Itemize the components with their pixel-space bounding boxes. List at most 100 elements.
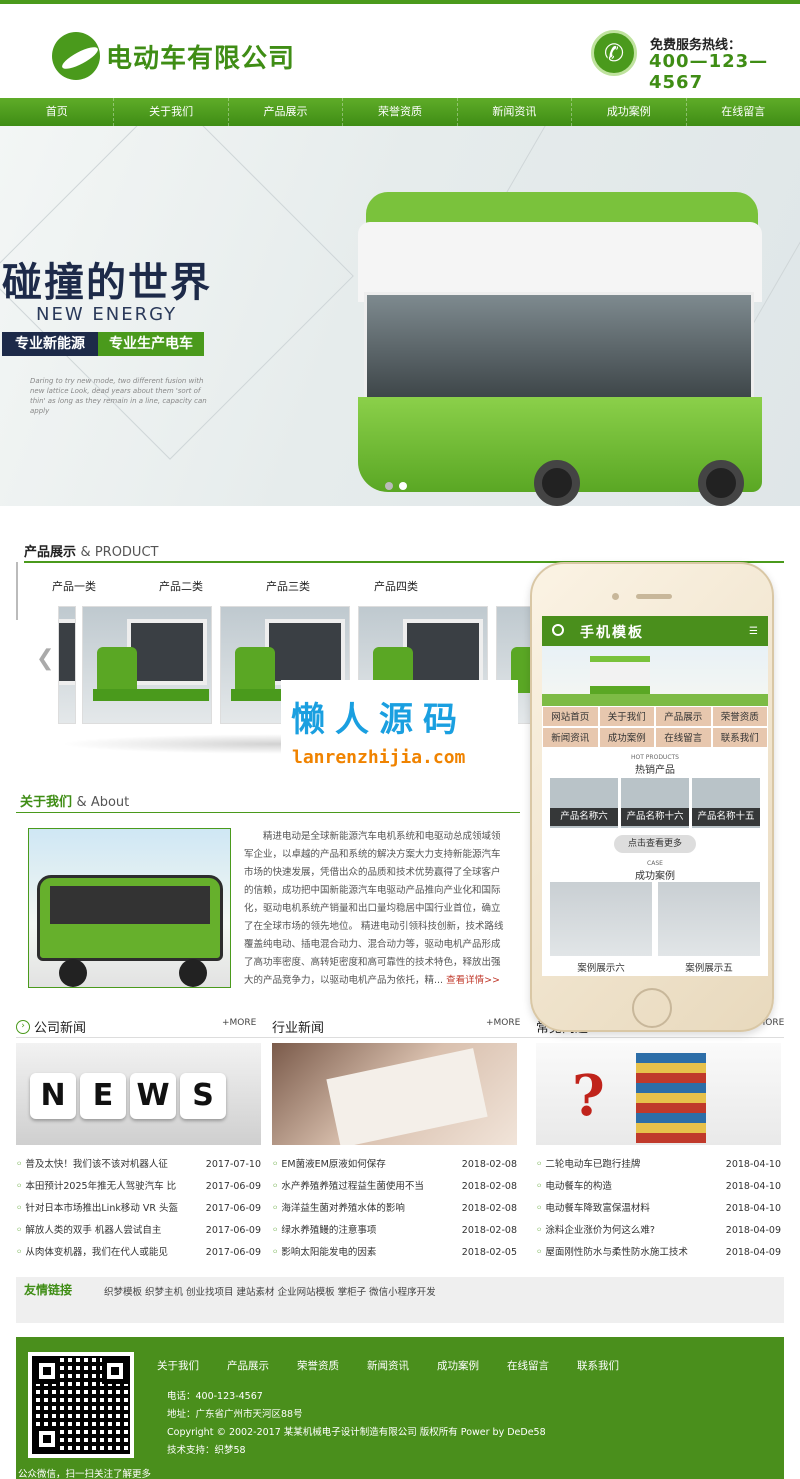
mobile-banner	[542, 646, 768, 706]
company-news-list: 普及太快！我们该不该对机器人征2017-07-10 本田预计2025年推无人驾驶…	[16, 1154, 261, 1264]
nav-about[interactable]: 关于我们	[114, 98, 229, 126]
mobile-search-icon[interactable]	[552, 624, 564, 636]
mobile-header: 手机模板 ☰	[542, 616, 768, 646]
company-news-more[interactable]: +MORE	[222, 1018, 256, 1028]
question-mark-icon: ?	[572, 1063, 605, 1129]
products-section-title: 产品展示 & PRODUCT	[24, 545, 159, 560]
about-text: 精进电动是全球新能源汽车电机系统和电驱动总成领域领军企业，以卓越的产品和系统的解…	[244, 828, 504, 990]
logo-leaf-icon	[52, 32, 100, 80]
about-more-link[interactable]: 查看详情>>	[446, 975, 500, 986]
friend-links-title: 友情链接	[24, 1283, 73, 1297]
mobile-product-caption[interactable]: 产品名称十五	[692, 808, 760, 826]
banner-subtitle: NEW ENERGY	[36, 304, 178, 325]
mobile-product-caption[interactable]: 产品名称六	[550, 808, 618, 826]
banner-small-text: Daring to try new mode, two different fu…	[30, 377, 207, 415]
list-item[interactable]: 涂料企业涨价为何这么难?2018-04-09	[536, 1220, 781, 1242]
mobile-case-caption[interactable]: 案例展示五	[658, 960, 760, 974]
mobile-case-caption[interactable]: 案例展示六	[550, 960, 652, 974]
nav-cases[interactable]: 成功案例	[572, 98, 687, 126]
footer-info: 电话：400-123-4567 地址：广东省广州市天河区88号 Copyrigh…	[167, 1388, 546, 1460]
mobile-product-caption[interactable]: 产品名称十六	[621, 808, 689, 826]
mobile-nav-item[interactable]: 关于我们	[598, 706, 655, 727]
footer-phone: 电话：400-123-4567	[167, 1391, 263, 1402]
mobile-nav-item[interactable]: 网站首页	[542, 706, 599, 727]
banner-title: 碰撞的世界	[2, 260, 212, 306]
company-news-title: › 公司新闻	[16, 1017, 86, 1036]
footer-nav: 关于我们 产品展示 荣誉资质 新闻资讯 成功案例 在线留言 联系我们	[157, 1358, 619, 1373]
list-item[interactable]: 海洋益生菌对养殖水体的影响2018-02-08	[272, 1198, 517, 1220]
mobile-menu-icon[interactable]: ☰	[749, 626, 758, 637]
footer-copyright: Copyright © 2002-2017 某某机械电子设计制造有限公司 版权所…	[167, 1427, 546, 1438]
mobile-nav-item[interactable]: 在线留言	[655, 727, 712, 748]
site-logo[interactable]: 电动车有限公司	[52, 32, 302, 80]
mobile-nav-item[interactable]: 荣誉资质	[711, 706, 768, 727]
nav-message[interactable]: 在线留言	[687, 98, 800, 126]
news-block-s: S	[180, 1073, 226, 1119]
list-item[interactable]: 屋面刚性防水与柔性防水施工技术2018-04-09	[536, 1242, 781, 1264]
nav-products[interactable]: 产品展示	[229, 98, 344, 126]
list-item[interactable]: 普及太快！我们该不该对机器人征2017-07-10	[16, 1154, 261, 1176]
industry-news-image[interactable]	[272, 1043, 517, 1145]
footer-nav-message[interactable]: 在线留言	[507, 1358, 549, 1373]
about-image	[28, 828, 231, 988]
main-nav: 首页 关于我们 产品展示 荣誉资质 新闻资讯 成功案例 在线留言	[0, 98, 800, 126]
mobile-nav-item[interactable]: 新闻资讯	[542, 727, 599, 748]
banner-dot-active[interactable]	[399, 482, 407, 490]
mobile-nav-item[interactable]: 联系我们	[711, 727, 768, 748]
hotline-number: 400—123—4567	[649, 51, 769, 93]
mobile-case-image[interactable]	[658, 882, 760, 956]
footer-nav-contact[interactable]: 联系我们	[577, 1358, 619, 1373]
list-item[interactable]: 电动餐车降致富保温材料2018-04-10	[536, 1198, 781, 1220]
faq-image[interactable]: ?	[536, 1043, 781, 1145]
about-body: 精进电动是全球新能源汽车电机系统和电驱动总成领域领军企业，以卓越的产品和系统的解…	[244, 831, 504, 986]
mobile-nav-item[interactable]: 产品展示	[655, 706, 712, 727]
phone-speaker	[636, 594, 672, 599]
industry-news-list: EM菌液EM原液如何保存2018-02-08 水产养殖养殖过程益生菌使用不当20…	[272, 1154, 517, 1264]
nav-news[interactable]: 新闻资讯	[458, 98, 573, 126]
watermark-text: 懒人源码	[291, 700, 467, 740]
footer-address: 地址：广东省广州市天河区88号	[167, 1409, 303, 1420]
product-tab-4[interactable]: 产品四类	[374, 578, 418, 594]
carousel-prev-icon[interactable]: ❮	[36, 646, 54, 671]
nav-honors[interactable]: 荣誉资质	[343, 98, 458, 126]
list-item[interactable]: 本田预计2025年推无人驾驶汽车 比2017-06-09	[16, 1176, 261, 1198]
watermark-url: lanrenzhijia.com	[292, 747, 466, 768]
chevron-circle-icon: ›	[16, 1019, 30, 1034]
product-tab-1[interactable]: 产品一类	[52, 578, 96, 594]
qr-caption: 公众微信，扫一扫关注了解更多	[18, 1469, 152, 1479]
mobile-nav-item[interactable]: 成功案例	[598, 727, 655, 748]
faq-list: 二轮电动车已跑行挂牌2018-04-10 电动餐车的构造2018-04-10 电…	[536, 1154, 781, 1264]
friend-links-items[interactable]: 织梦模板 织梦主机 创业找项目 建站素材 企业网站模板 掌柜子 微信小程序开发	[104, 1284, 436, 1298]
company-news-image[interactable]: N E W S	[16, 1043, 261, 1145]
list-item[interactable]: 针对日本市场推出Link移动 VR 头盔2017-06-09	[16, 1198, 261, 1220]
list-item[interactable]: 从肉体变机器，我们在代人或能见2017-06-09	[16, 1242, 261, 1264]
mobile-more-button[interactable]: 点击查看更多	[614, 835, 696, 853]
logo-text: 电动车有限公司	[106, 43, 296, 74]
products-left-rule	[16, 562, 18, 620]
mobile-case-image[interactable]	[550, 882, 652, 956]
news-block-n: N	[30, 1073, 76, 1119]
banner-tag-new-energy: 专业新能源	[2, 332, 98, 356]
footer-nav-about[interactable]: 关于我们	[157, 1358, 199, 1373]
footer-nav-cases[interactable]: 成功案例	[437, 1358, 479, 1373]
banner-dot[interactable]	[385, 482, 393, 490]
list-item[interactable]: 解放人类的双手 机器人尝试自主2017-06-09	[16, 1220, 261, 1242]
product-tab-2[interactable]: 产品二类	[159, 578, 203, 594]
product-image[interactable]	[58, 606, 76, 724]
nav-home[interactable]: 首页	[0, 98, 115, 126]
list-item[interactable]: 水产养殖养殖过程益生菌使用不当2018-02-08	[272, 1176, 517, 1198]
footer-nav-honors[interactable]: 荣誉资质	[297, 1358, 339, 1373]
phone-camera	[612, 593, 619, 600]
footer-nav-news[interactable]: 新闻资讯	[367, 1358, 409, 1373]
wechat-qr-code	[28, 1352, 134, 1458]
product-image[interactable]	[82, 606, 212, 724]
industry-news-more[interactable]: +MORE	[486, 1018, 520, 1028]
list-item[interactable]: EM菌液EM原液如何保存2018-02-08	[272, 1154, 517, 1176]
list-item[interactable]: 二轮电动车已跑行挂牌2018-04-10	[536, 1154, 781, 1176]
list-item[interactable]: 绿水养殖鳗的注意事项2018-02-08	[272, 1220, 517, 1242]
list-item[interactable]: 影响太阳能发电的因素2018-02-05	[272, 1242, 517, 1264]
product-tab-3[interactable]: 产品三类	[266, 578, 310, 594]
footer-nav-products[interactable]: 产品展示	[227, 1358, 269, 1373]
list-item[interactable]: 电动餐车的构造2018-04-10	[536, 1176, 781, 1198]
banner-pagination	[385, 482, 407, 490]
